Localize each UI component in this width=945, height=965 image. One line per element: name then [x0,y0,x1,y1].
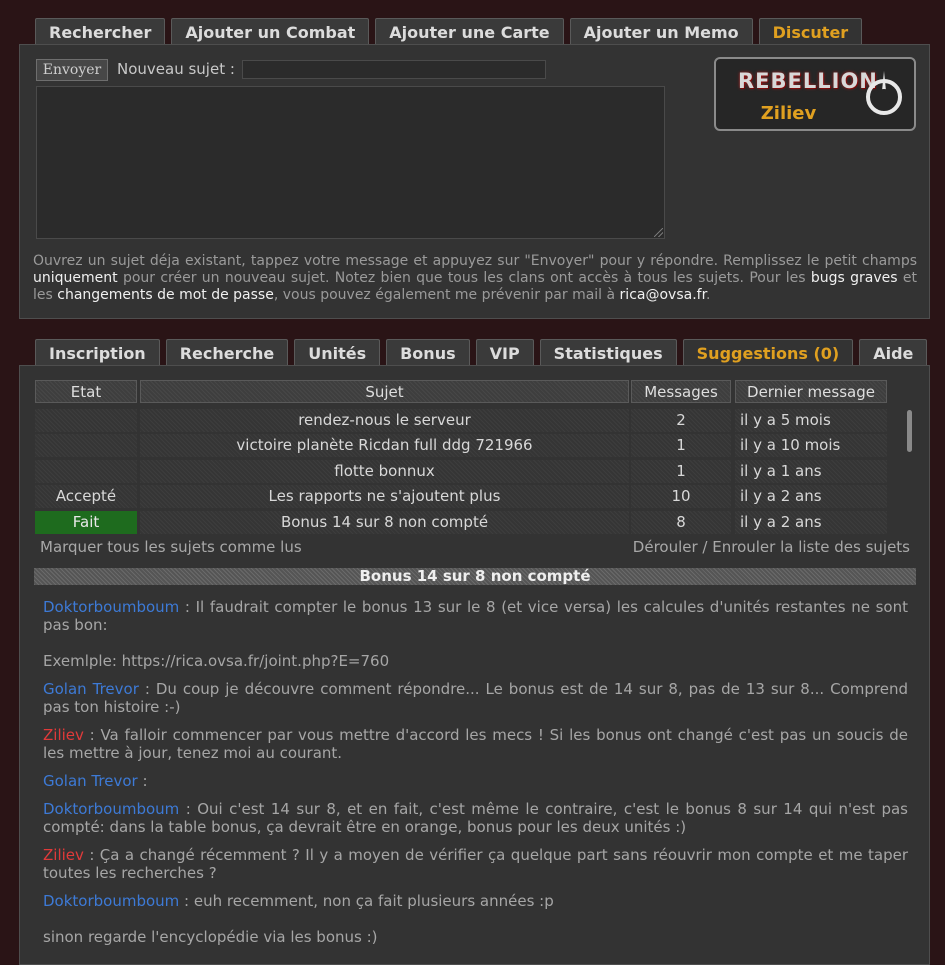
row-dernier[interactable]: il y a 2 ans [735,511,887,534]
row-messages[interactable]: 1 [631,434,731,457]
row-messages[interactable]: 10 [631,485,731,508]
post: Ziliev : Va falloir commencer par vous m… [43,726,908,762]
row-sujet[interactable]: flotte bonnux [140,460,629,483]
row-etat[interactable] [35,409,137,432]
post: Golan Trevor : [43,772,908,790]
row-etat-fait[interactable]: Fait [35,511,137,534]
post-text: : Du coup je découvre comment répondre..… [43,680,908,716]
tab-rechercher[interactable]: Rechercher [35,18,166,44]
post: Doktorboumboum : euh recemment, non ça f… [43,892,908,946]
post-author[interactable]: Doktorboumboum [43,800,179,818]
col-header-messages: Messages [631,380,731,403]
post-author[interactable]: Ziliev [43,726,84,744]
tab-ajouter-carte[interactable]: Ajouter une Carte [375,18,564,44]
tab-suggestions[interactable]: Suggestions (0) [682,339,854,366]
user-name: Ziliev [760,103,817,124]
post-author[interactable]: Golan Trevor [43,772,138,790]
email-link[interactable]: rica@ovsa.fr [620,287,707,303]
tab-inscription[interactable]: Inscription [35,339,160,365]
row-sujet[interactable]: victoire planète Ricdan full ddg 721966 [140,434,629,457]
post-author[interactable]: Doktorboumboum [43,598,179,616]
col-header-etat: Etat [35,380,137,403]
row-sujet[interactable]: rendez-nous le serveur [140,409,629,432]
rebel-emblem-icon [866,71,902,115]
tab-ajouter-combat[interactable]: Ajouter un Combat [171,18,370,44]
new-subject-input[interactable] [242,60,546,79]
clan-badge: REBELLION Ziliev [714,57,916,131]
tab-discuter[interactable]: Discuter [758,18,863,45]
message-textarea[interactable] [36,86,665,239]
post-text: sinon regarde l'encyclopédie via les bon… [43,928,378,946]
resize-grip-icon[interactable] [654,228,663,237]
row-messages[interactable]: 1 [631,460,731,483]
post-text: : Ça a changé récemment ? Il y a moyen d… [43,846,908,882]
post-author[interactable]: Ziliev [43,846,84,864]
row-sujet[interactable]: Les rapports ne s'ajoutent plus [140,485,629,508]
discussion-compose-panel: Envoyer Nouveau sujet : REBELLION Ziliev… [19,44,930,319]
col-header-sujet: Sujet [140,380,629,403]
tab-vip[interactable]: VIP [475,339,534,365]
row-sujet[interactable]: Bonus 14 sur 8 non compté [140,511,629,534]
row-dernier[interactable]: il y a 1 ans [735,460,887,483]
post-text: : [137,772,148,790]
post-text: : euh recemment, non ça fait plusieurs a… [179,892,554,910]
post: Doktorboumboum : Il faudrait compter le … [43,598,908,670]
tab-unites[interactable]: Unités [294,339,381,365]
post-author[interactable]: Golan Trevor [43,680,139,698]
subjects-scrollbar[interactable] [907,410,912,452]
tab-statistiques[interactable]: Statistiques [539,339,677,365]
row-dernier[interactable]: il y a 2 ans [735,485,887,508]
row-messages[interactable]: 2 [631,409,731,432]
post: Doktorboumboum : Oui c'est 14 sur 8, et … [43,800,908,836]
post-text: : Va falloir commencer par vous mettre d… [43,726,908,762]
row-etat[interactable] [35,434,137,457]
send-button[interactable]: Envoyer [36,59,108,81]
post-text: Exemlple: https://rica.ovsa.fr/joint.php… [43,652,390,670]
post-author[interactable]: Doktorboumboum [43,892,179,910]
row-etat[interactable] [35,460,137,483]
top-tab-bar: Rechercher Ajouter un Combat Ajouter une… [35,18,863,45]
col-header-dernier: Dernier message [735,380,887,403]
row-dernier[interactable]: il y a 5 mois [735,409,887,432]
row-messages[interactable]: 8 [631,511,731,534]
bottom-tab-bar: Inscription Recherche Unités Bonus VIP S… [35,339,928,366]
post: Ziliev : Ça a changé récemment ? Il y a … [43,846,908,882]
tab-aide[interactable]: Aide [859,339,928,365]
new-subject-label: Nouveau sujet : [117,60,235,78]
help-text: Ouvrez un sujet déja existant, tappez vo… [33,253,917,303]
suggestions-panel: Etat Sujet Messages Dernier message rend… [19,365,930,965]
rebellion-logo: REBELLION [738,69,878,93]
tab-bonus[interactable]: Bonus [386,339,470,365]
mark-all-read-link[interactable]: Marquer tous les sujets comme lus [40,538,302,556]
toggle-list-link[interactable]: Dérouler / Enrouler la liste des sujets [633,538,910,556]
current-subject-title: Bonus 14 sur 8 non compté [34,568,916,585]
tab-recherche[interactable]: Recherche [165,339,289,365]
row-dernier[interactable]: il y a 10 mois [735,434,887,457]
posts-list: Doktorboumboum : Il faudrait compter le … [43,598,908,956]
row-etat[interactable]: Accepté [35,485,137,508]
post: Golan Trevor : Du coup je découvre comme… [43,680,908,716]
tab-ajouter-memo[interactable]: Ajouter un Memo [569,18,753,44]
